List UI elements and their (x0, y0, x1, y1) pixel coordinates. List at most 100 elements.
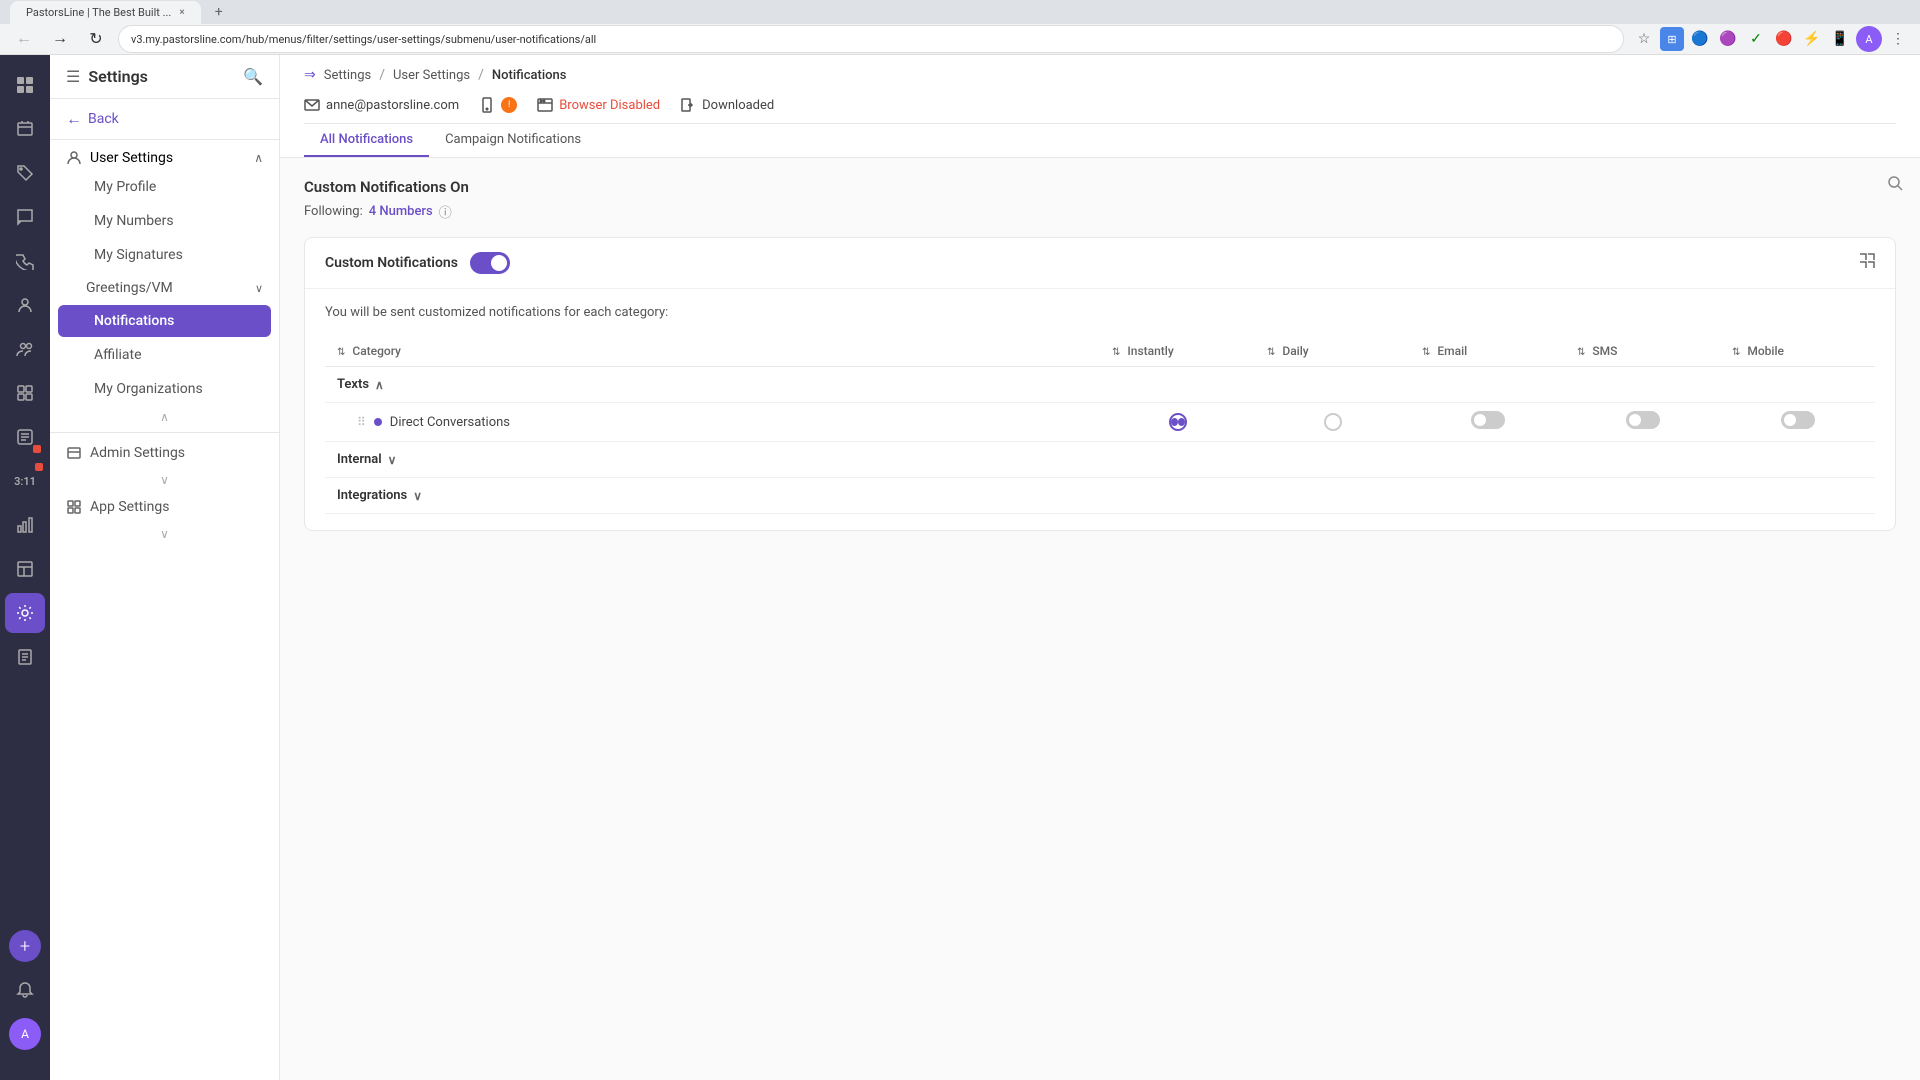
chrome-ext-5[interactable]: ⚡ (1800, 27, 1824, 51)
direct-conversations-label: Direct Conversations (390, 415, 510, 430)
nav-timer[interactable]: 3:11 (5, 461, 45, 501)
integrations-expand-icon: ∨ (413, 489, 422, 503)
nav-chat-icon[interactable] (5, 197, 45, 237)
sidebar-item-my-organizations[interactable]: My Organizations (58, 373, 271, 405)
notification-bell-icon[interactable] (5, 970, 45, 1010)
integrations-section-row[interactable]: Integrations ∨ (325, 478, 1875, 514)
user-settings-icon (66, 150, 82, 166)
mobile-cell[interactable] (1720, 403, 1875, 442)
app-collapse-toggle[interactable]: ∨ (50, 523, 279, 545)
chrome-ext-6[interactable]: 📱 (1828, 27, 1852, 51)
card-description: You will be sent customized notification… (325, 305, 1875, 320)
mobile-toggle[interactable] (1781, 411, 1815, 429)
bookmark-icon[interactable]: ☆ (1632, 27, 1656, 51)
email-cell[interactable] (1410, 403, 1565, 442)
mobile-channel[interactable]: ! (479, 97, 517, 113)
user-settings-section[interactable]: User Settings ∧ (50, 140, 279, 170)
nav-campaigns-icon[interactable] (5, 109, 45, 149)
top-search-button[interactable] (1886, 174, 1904, 197)
info-icon[interactable]: ⓘ (439, 202, 452, 221)
chrome-ext-1[interactable]: 🔵 (1688, 27, 1712, 51)
browser-status: Browser Disabled (559, 98, 660, 113)
app-container: 3:11 (0, 0, 1920, 1080)
following-link[interactable]: 4 Numbers (369, 204, 433, 219)
collapse-icon[interactable]: ∧ (254, 151, 263, 165)
address-bar[interactable]: v3.my.pastorsline.com/hub/menus/filter/s… (118, 25, 1624, 53)
add-button[interactable]: + (9, 930, 41, 962)
nav-shortcode-icon[interactable] (5, 417, 45, 457)
sms-toggle[interactable] (1626, 411, 1660, 429)
sidebar-app-settings[interactable]: App Settings (50, 491, 279, 523)
drag-handle-icon[interactable]: ⠿ (357, 415, 366, 429)
nav-tags-icon[interactable] (5, 153, 45, 193)
internal-section-row[interactable]: Internal ∨ (325, 442, 1875, 478)
daily-cell[interactable] (1255, 403, 1410, 442)
back-nav-button[interactable]: ← (10, 25, 38, 53)
sidebar-item-affiliate[interactable]: Affiliate (58, 339, 271, 371)
chrome-ext-2[interactable]: 🟣 (1716, 27, 1740, 51)
nav-phone-icon[interactable] (5, 241, 45, 281)
nav-legacy-icon[interactable] (5, 637, 45, 677)
forward-nav-button[interactable]: → (46, 25, 74, 53)
instantly-radio[interactable] (1169, 413, 1187, 431)
tab-close-icon[interactable]: × (179, 7, 184, 18)
texts-section-row[interactable]: Texts ∧ (325, 367, 1875, 403)
email-toggle[interactable] (1471, 411, 1505, 429)
nav-settings-icon[interactable] (5, 593, 45, 633)
settings-sidebar: ☰ Settings 🔍 ← Back User Settings ∧ My P… (50, 55, 280, 1080)
refresh-button[interactable]: ↻ (82, 25, 110, 53)
sidebar-item-my-numbers[interactable]: My Numbers (58, 205, 271, 237)
address-text: v3.my.pastorsline.com/hub/menus/filter/s… (131, 33, 596, 46)
tab-title: PastorsLine | The Best Built ... (26, 6, 171, 19)
daily-radio[interactable] (1324, 413, 1342, 431)
custom-notifications-toggle[interactable] (470, 252, 510, 274)
card-header: Custom Notifications (305, 238, 1895, 289)
browser-tab[interactable]: PastorsLine | The Best Built ... × (10, 1, 201, 24)
hamburger-icon[interactable]: ☰ (66, 67, 80, 86)
tab-campaign-notifications[interactable]: Campaign Notifications (429, 124, 597, 157)
nav-templates-icon[interactable] (5, 549, 45, 589)
instantly-cell[interactable] (1100, 403, 1255, 442)
nav-contacts-icon[interactable] (5, 285, 45, 325)
my-numbers-label: My Numbers (94, 213, 174, 229)
chrome-ext-4[interactable]: 🔴 (1772, 27, 1796, 51)
user-avatar-nav[interactable]: A (9, 1018, 41, 1050)
extensions-icon[interactable]: ⊞ (1660, 27, 1684, 51)
icon-nav: 3:11 (0, 55, 50, 1080)
back-button[interactable]: ← Back (50, 99, 279, 140)
email-address: anne@pastorsline.com (326, 98, 459, 113)
sidebar-divider (50, 432, 279, 433)
sms-cell[interactable] (1565, 403, 1720, 442)
texts-expand-icon: ∧ (375, 378, 384, 392)
sidebar-item-notifications[interactable]: Notifications (58, 305, 271, 337)
new-tab-button[interactable]: + (205, 0, 233, 24)
app-settings-label: App Settings (90, 499, 169, 515)
downloaded-channel[interactable]: Downloaded (680, 97, 774, 113)
email-channel[interactable]: anne@pastorsline.com (304, 97, 459, 113)
sidebar-item-my-profile[interactable]: My Profile (58, 171, 271, 203)
sidebar-item-greetings-vm[interactable]: Greetings/VM ∨ (50, 272, 279, 304)
email-sort-icon: ⇅ (1422, 347, 1430, 358)
sort-icon: ⇅ (337, 347, 345, 358)
user-avatar[interactable]: A (1856, 26, 1882, 52)
breadcrumb-user-settings[interactable]: User Settings (393, 68, 470, 83)
nav-web-widgets-icon[interactable] (5, 373, 45, 413)
tab-campaign-label: Campaign Notifications (445, 132, 581, 147)
mobile-icon (479, 97, 495, 113)
collapse-toggle[interactable]: ∧ (50, 406, 279, 428)
chrome-ext-3[interactable]: ✓ (1744, 27, 1768, 51)
nav-contacts2-icon[interactable] (5, 329, 45, 369)
card-body: You will be sent customized notification… (305, 289, 1895, 530)
admin-collapse-toggle[interactable]: ∨ (50, 469, 279, 491)
expand-button[interactable] (1859, 253, 1875, 273)
instantly-sort-icon: ⇅ (1112, 347, 1120, 358)
breadcrumb-settings[interactable]: Settings (324, 68, 371, 83)
nav-analytics-icon[interactable] (5, 505, 45, 545)
menu-dots[interactable]: ⋮ (1886, 27, 1910, 51)
browser-channel[interactable]: Browser Disabled (537, 97, 660, 113)
sidebar-item-my-signatures[interactable]: My Signatures (58, 239, 271, 271)
sidebar-search-icon[interactable]: 🔍 (243, 67, 263, 86)
sidebar-admin-settings[interactable]: Admin Settings (50, 437, 279, 469)
tab-all-notifications[interactable]: All Notifications (304, 124, 429, 157)
nav-grid-icon[interactable] (5, 65, 45, 105)
